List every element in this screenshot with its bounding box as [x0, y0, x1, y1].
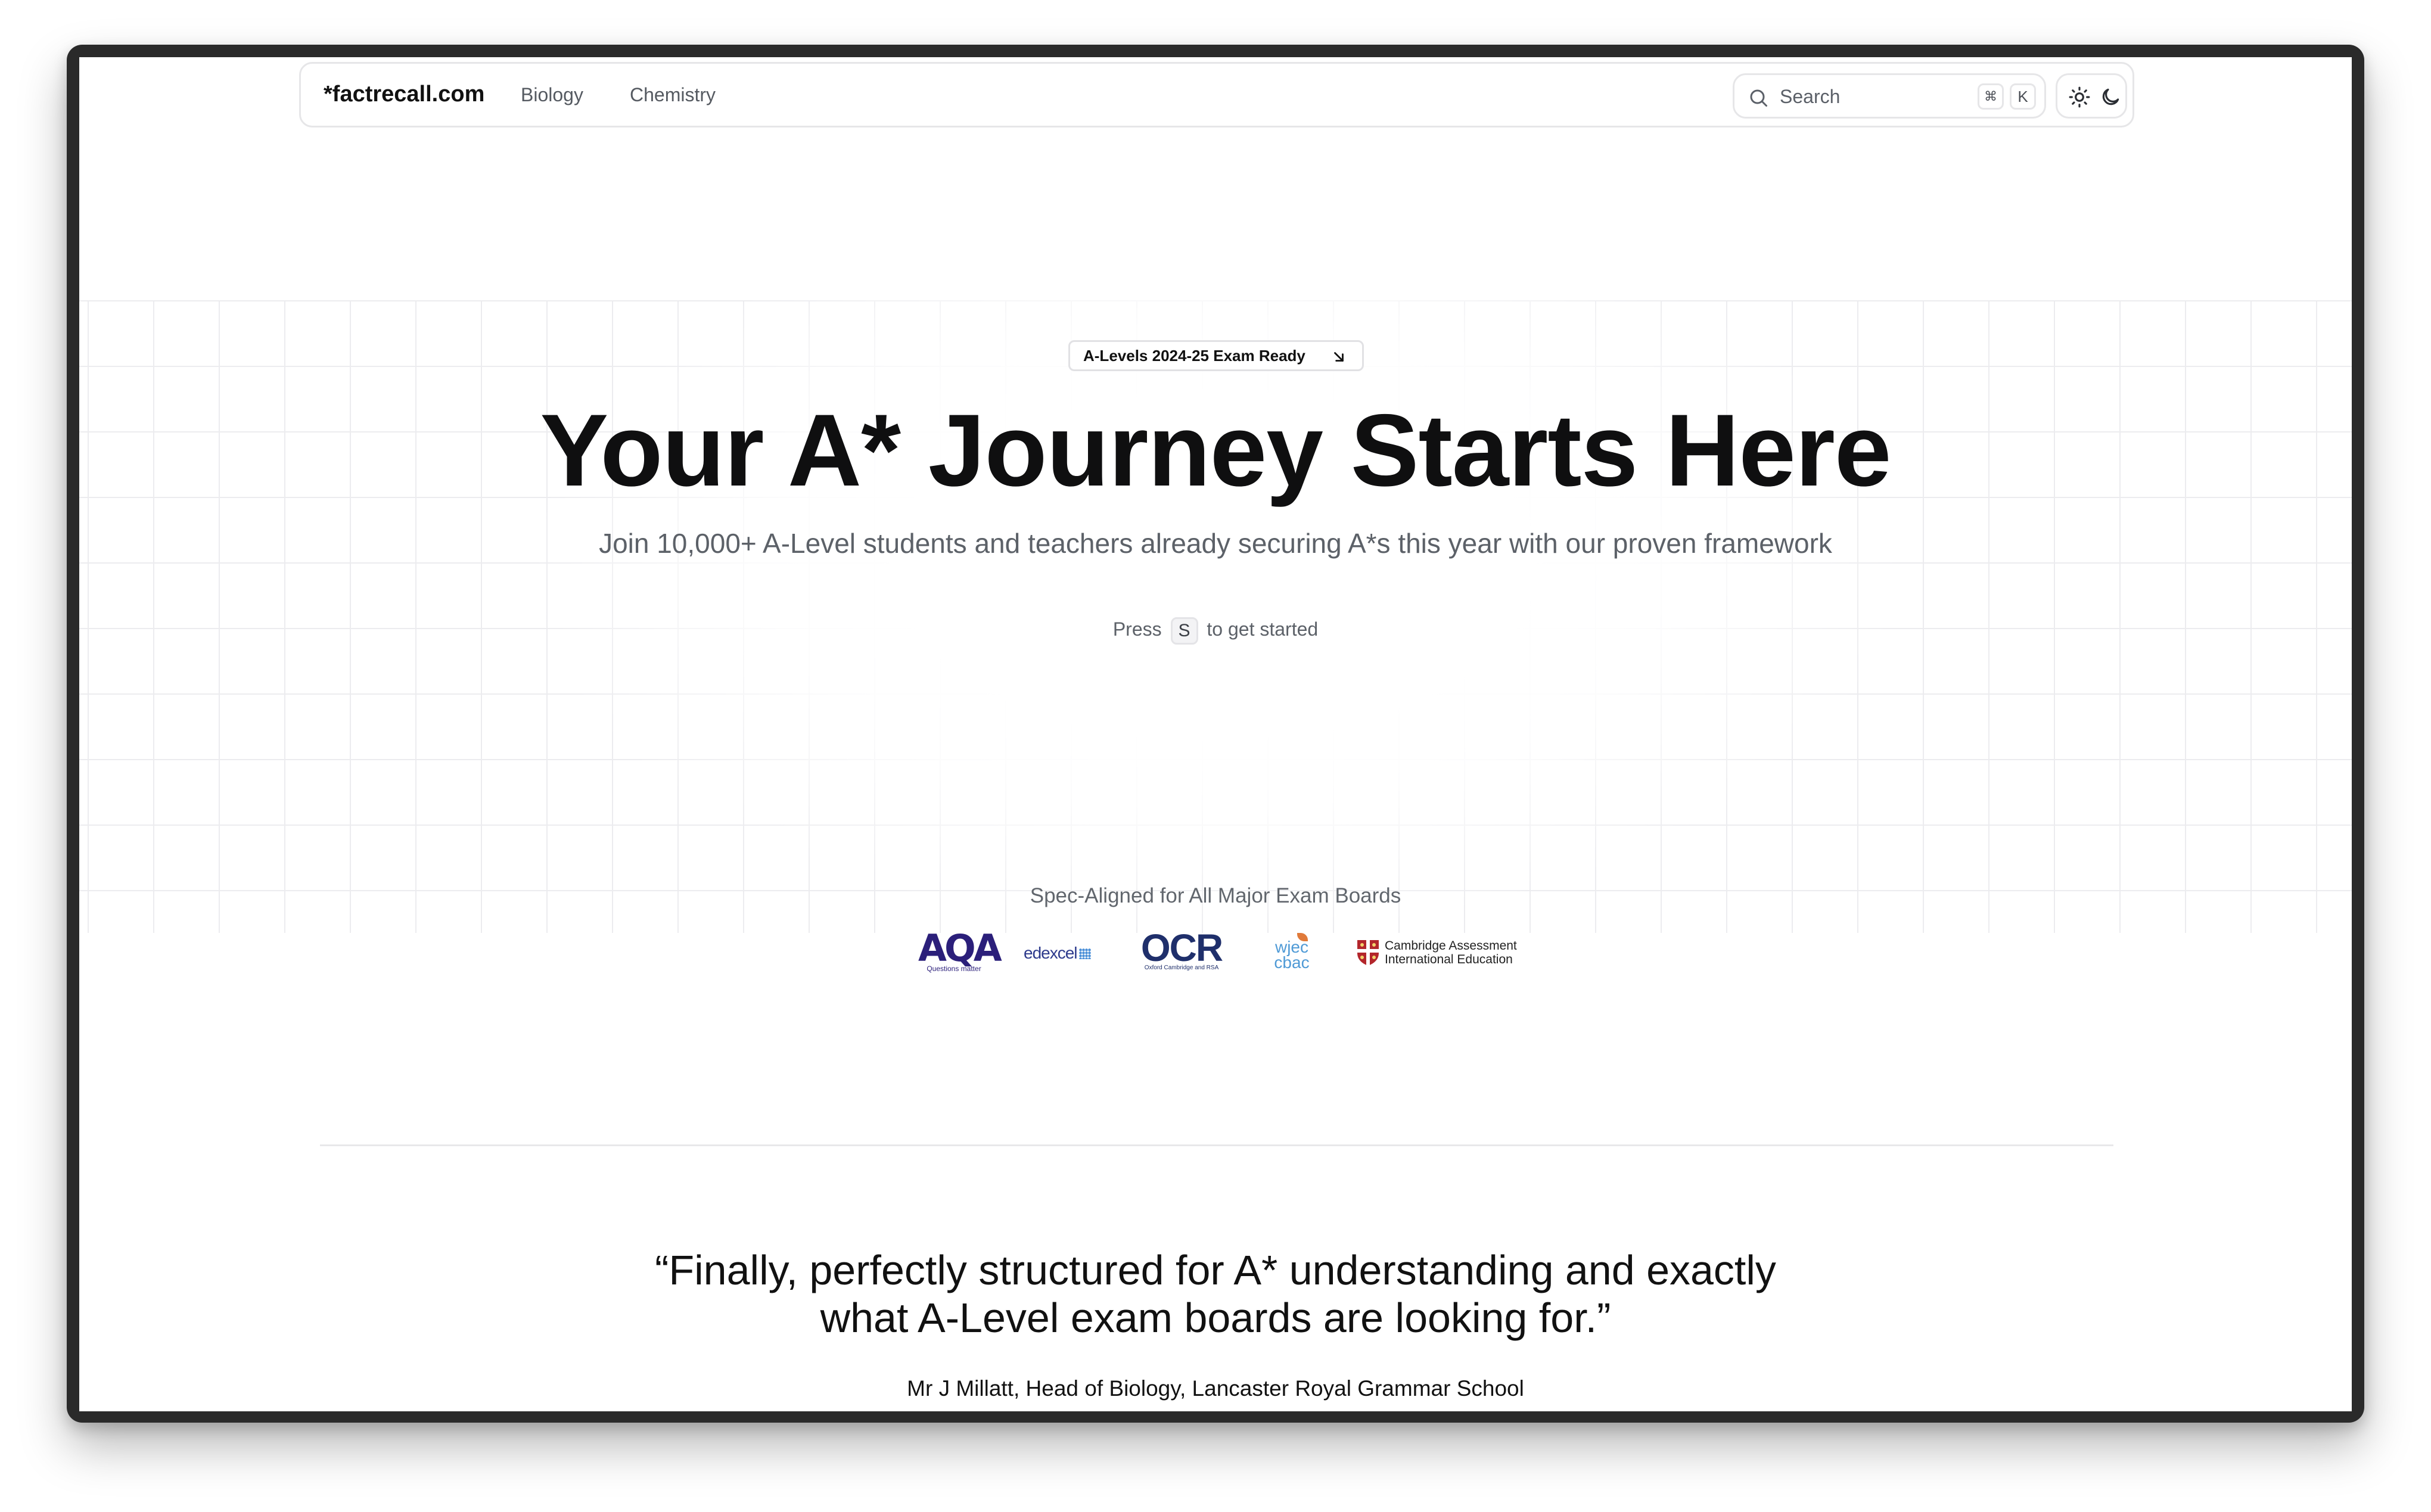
exam-boards-heading: Spec-Aligned for All Major Exam Boards — [1030, 884, 1401, 907]
cambridge-logo: Cambridge Assessment International Educa… — [1356, 939, 1529, 969]
press-prefix: Press — [1112, 618, 1162, 640]
cbac-logo-text: cbac — [1274, 953, 1310, 972]
ocr-logo: OCR Oxford Cambridge and RSA — [1134, 926, 1229, 973]
edexcel-dots-icon — [1078, 948, 1091, 959]
press-suffix: to get started — [1207, 618, 1319, 640]
brand-logo[interactable]: *factrecall.com — [324, 82, 484, 107]
shortcut-s-key[interactable]: S — [1170, 617, 1198, 645]
testimonial-quote: “Finally, perfectly structured for A* un… — [79, 1246, 2352, 1342]
quote-line-2: what A-Level exam boards are looking for… — [820, 1295, 1611, 1341]
sun-icon[interactable] — [2068, 86, 2091, 108]
get-started-hint: Press S to get started — [79, 614, 2352, 645]
hero-subtitle: Join 10,000+ A-Level students and teache… — [599, 528, 1832, 559]
browser-viewport: *factrecall.com Biology Chemistry Search… — [79, 57, 2352, 1411]
search-icon — [1750, 89, 1767, 107]
hero-title: Your A* Journey Starts Here — [540, 393, 1891, 508]
edexcel-logo-text: edexcel — [1024, 944, 1078, 962]
arrow-down-right-icon — [1334, 352, 1344, 362]
exam-ready-badge[interactable]: A-Levels 2024-25 Exam Ready — [1068, 340, 1364, 371]
theme-toggle[interactable] — [2056, 73, 2127, 119]
shortcut-k-key: K — [2010, 83, 2036, 110]
search-button[interactable]: Search ⌘ K — [1733, 73, 2046, 119]
section-divider — [320, 1144, 2113, 1146]
page: *factrecall.com Biology Chemistry Search… — [0, 0, 2431, 1512]
aqa-logo-text: AQA — [918, 926, 1002, 970]
top-navbar: *factrecall.com Biology Chemistry Search… — [299, 62, 2134, 127]
aqa-logo: AQA Questions matter — [918, 926, 1002, 973]
nav-link-biology[interactable]: Biology — [521, 84, 583, 106]
ocr-tagline: Oxford Cambridge and RSA — [1144, 965, 1219, 971]
ocr-logo-text: OCR — [1140, 926, 1223, 969]
testimonial-author: Mr J Millatt, Head of Biology, Lancaster… — [907, 1376, 1524, 1401]
wjec-logo: wjec cbac — [1271, 933, 1313, 976]
quote-line-1: “Finally, perfectly structured for A* un… — [655, 1247, 1776, 1293]
moon-icon[interactable] — [2099, 86, 2122, 108]
cambridge-line-2: International Education — [1385, 953, 1513, 966]
cambridge-shield-icon — [1357, 940, 1379, 966]
shortcut-cmd-key: ⌘ — [1978, 83, 2004, 110]
aqa-tagline: Questions matter — [927, 965, 981, 973]
edexcel-logo: edexcel — [1024, 944, 1101, 965]
cambridge-line-1: Cambridge Assessment — [1385, 939, 1517, 953]
search-label: Search — [1780, 86, 1841, 107]
device-frame: *factrecall.com Biology Chemistry Search… — [67, 45, 2364, 1423]
badge-label: A-Levels 2024-25 Exam Ready — [1083, 347, 1305, 365]
nav-link-chemistry[interactable]: Chemistry — [630, 84, 716, 106]
